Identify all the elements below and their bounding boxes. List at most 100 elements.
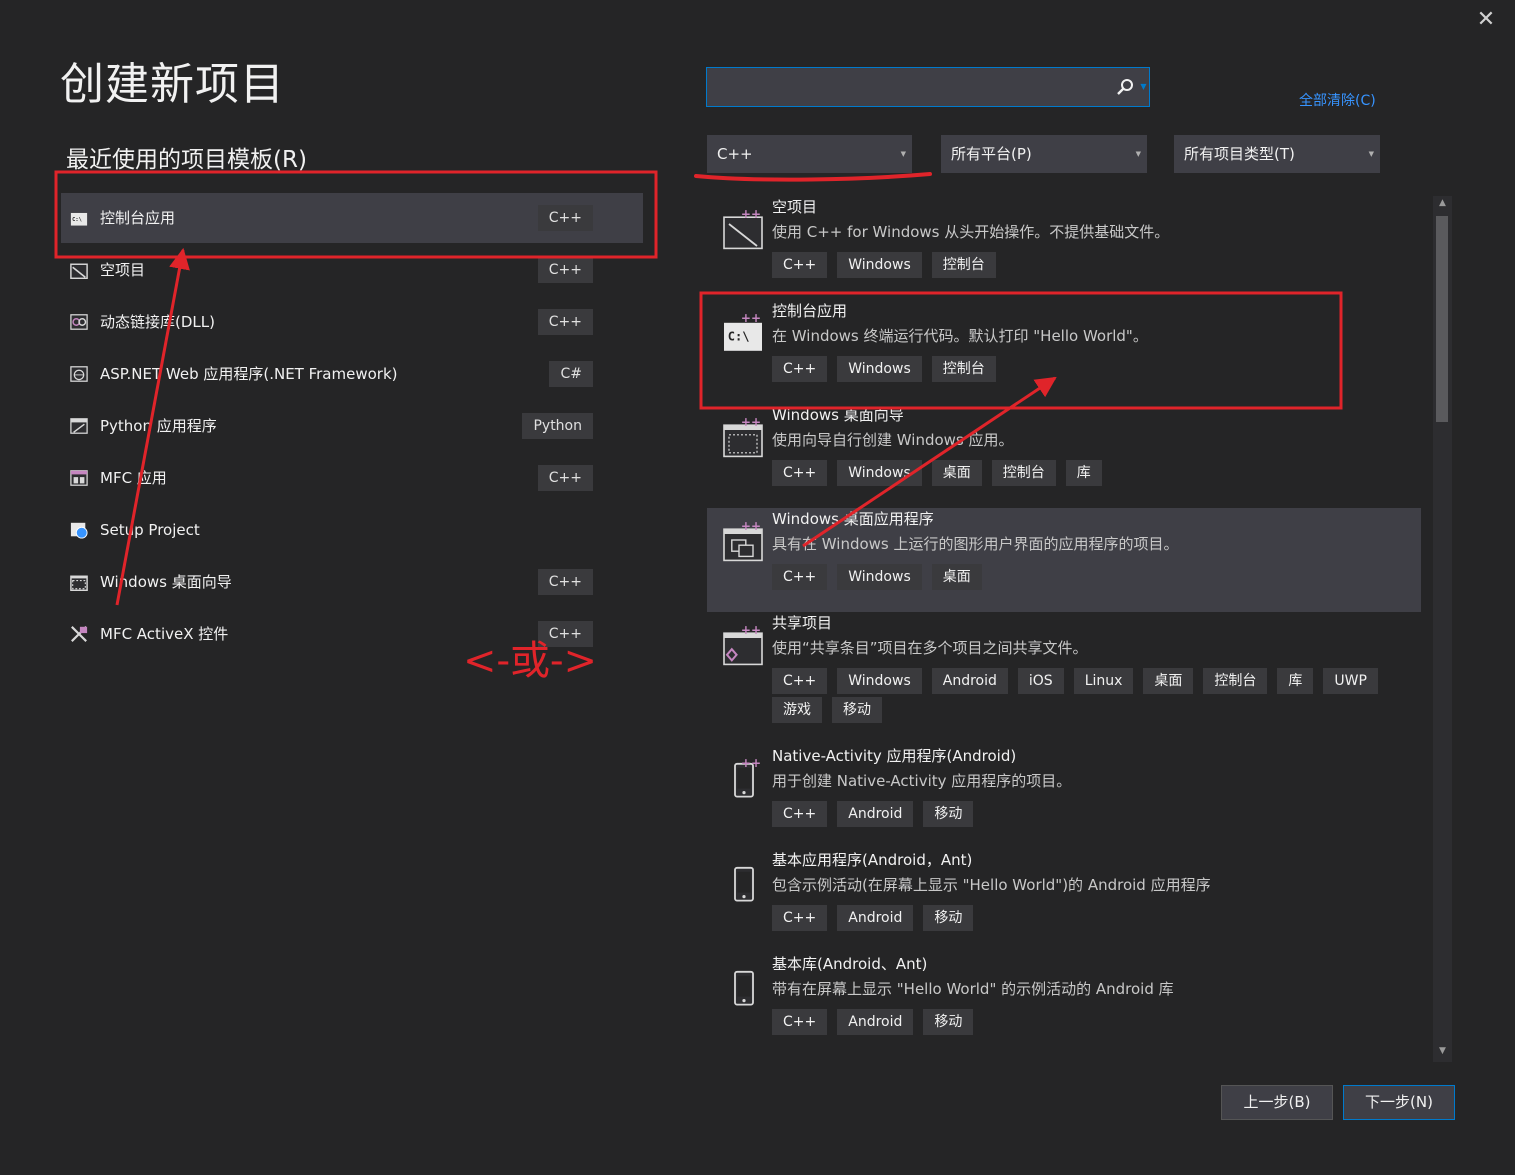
empty-project-icon: ++ [723, 210, 763, 250]
desktop-app-icon: ++ [723, 522, 763, 562]
recent-template-row[interactable]: Windows 桌面向导 C++ [61, 557, 643, 607]
template-item[interactable]: ++ 共享项目 使用“共享条目”项目在多个项目之间共享文件。 C++ Windows An… [707, 612, 1421, 745]
template-name: 空项目 [772, 198, 818, 216]
template-item[interactable]: 基本库(Android、Ant) 带有在屏幕上显示 "Hello World" 的… [707, 953, 1421, 1057]
template-description: 使用“共享条目”项目在多个项目之间共享文件。 [772, 639, 1088, 657]
empty-project-icon [70, 263, 88, 279]
recent-template-name: Windows 桌面向导 [100, 573, 232, 591]
recent-template-row[interactable]: MFC 应用 C++ [61, 453, 643, 503]
svg-text:++: ++ [741, 759, 761, 770]
clear-all-link[interactable]: 全部清除(C) [1299, 90, 1376, 110]
template-tag: 控制台 [1203, 668, 1268, 694]
language-badge: Python [522, 413, 593, 439]
project-type-filter[interactable]: 所有项目类型(T) ▼ [1174, 135, 1380, 173]
close-icon[interactable]: ✕ [1474, 8, 1498, 32]
next-button[interactable]: 下一步(N) [1343, 1085, 1455, 1120]
recent-template-row[interactable]: ASP.NET Web 应用程序(.NET Framework) C# [61, 349, 643, 399]
template-description: 使用 C++ for Windows 从头开始操作。不提供基础文件。 [772, 223, 1170, 241]
template-tag: C++ [772, 801, 828, 827]
recent-template-name: MFC 应用 [100, 469, 167, 487]
project-type-filter-value: 所有项目类型(T) [1184, 145, 1295, 163]
template-item[interactable]: C:\ ++ 控制台应用在 Windows 终端运行代码。默认打印 "Hello W… [707, 300, 1421, 404]
template-tag: Windows [837, 252, 922, 278]
recent-template-row[interactable]: 动态链接库(DLL) C++ [61, 297, 643, 347]
desktop-wizard-icon [70, 575, 88, 591]
scroll-up-icon[interactable]: ▲ [1433, 198, 1452, 208]
template-tags: C++ Android 移动 [772, 905, 1402, 931]
template-tag: Android [837, 1009, 914, 1035]
scrollbar-thumb[interactable] [1436, 216, 1448, 422]
python-app-icon [70, 418, 88, 434]
template-tag: UWP [1323, 668, 1378, 694]
svg-text:++: ++ [741, 522, 761, 533]
recent-template-name: Setup Project [100, 521, 200, 539]
template-tag: Windows [837, 356, 922, 382]
svg-text:++: ++ [741, 626, 761, 637]
search-input[interactable] [706, 67, 1150, 107]
template-tag: C++ [772, 1009, 828, 1035]
search-history-dropdown-icon[interactable]: ▼ [1137, 68, 1150, 106]
language-filter[interactable]: C++ ▼ [707, 135, 912, 173]
svg-text:++: ++ [741, 314, 761, 325]
template-item[interactable]: ++ Windows 桌面向导 使用向导自行创建 Windows 应用。 C++ Win… [707, 404, 1421, 508]
template-tag: Windows [837, 668, 922, 694]
recent-template-name: ASP.NET Web 应用程序(.NET Framework) [100, 365, 398, 383]
recent-template-row[interactable]: 空项目 C++ [61, 245, 643, 295]
template-tag: Android [931, 668, 1008, 694]
activex-icon [71, 626, 88, 642]
template-item[interactable]: ++ 空项目使用 C++ for Windows 从头开始操作。不提供基础文件。 C… [707, 196, 1421, 300]
template-tag: 移动 [832, 697, 882, 723]
template-tag: 库 [1065, 460, 1102, 486]
template-tag: C++ [772, 356, 828, 382]
template-tag: C++ [772, 564, 828, 590]
template-item[interactable]: 基本应用程序(Android，Ant) 包含示例活动(在屏幕上显示 "Hello … [707, 849, 1421, 953]
template-tags: C++ Windows Android iOS Linux 桌面 控制台库 UWP 游戏 移动 [772, 668, 1402, 723]
template-tag: 移动 [923, 1009, 974, 1035]
recent-template-row[interactable]: Setup Project [61, 505, 643, 555]
template-tags: C++ Android 移动 [772, 1009, 1402, 1035]
back-button[interactable]: 上一步(B) [1221, 1085, 1333, 1120]
scroll-down-icon[interactable]: ▼ [1433, 1046, 1452, 1056]
platform-filter-value: 所有平台(P) [951, 145, 1032, 163]
template-tags: C++ Windows 控制台 [772, 356, 1402, 382]
recent-template-name: MFC ActiveX 控件 [100, 625, 229, 643]
template-tag: C++ [772, 460, 828, 486]
template-tag: C++ [772, 252, 828, 278]
template-tag: C++ [772, 905, 828, 931]
template-name: 共享项目 [772, 614, 833, 632]
chevron-down-icon: ▼ [1135, 150, 1141, 158]
platform-filter[interactable]: 所有平台(P) ▼ [941, 135, 1147, 173]
template-tags: C++ Windows 控制台 [772, 252, 1402, 278]
language-badge: C++ [537, 569, 593, 595]
console-app-icon: C:\ ++ [724, 314, 762, 351]
template-name: 基本库(Android、Ant) [772, 955, 928, 973]
recent-template-name: 控制台应用 [100, 209, 176, 227]
template-item[interactable]: ++ Windows 桌面应用程序 具有在 Windows 上运行的图形用户界面的应… [707, 508, 1421, 612]
template-item[interactable]: ++ Native-Activity 应用程序(Android) 用于创建 Nati… [707, 745, 1421, 849]
template-tag: 桌面 [931, 460, 982, 486]
template-tag: 桌面 [1143, 668, 1194, 694]
recent-template-row[interactable]: Python 应用程序 Python [61, 401, 643, 451]
template-name: Windows 桌面应用程序 [772, 510, 934, 528]
page-title: 创建新项目 [60, 59, 285, 110]
search-icon[interactable] [1116, 78, 1134, 96]
template-tag: Linux [1073, 668, 1134, 694]
template-tag: 移动 [923, 801, 974, 827]
console-app-icon: C:\ [70, 212, 88, 226]
template-tag: 游戏 [772, 697, 822, 723]
template-tag: Windows [837, 564, 922, 590]
svg-text:C:\: C:\ [72, 217, 82, 223]
recent-template-row[interactable]: C:\ 控制台应用 C++ [61, 193, 643, 243]
android-app-icon [734, 866, 754, 902]
template-name: Native-Activity 应用程序(Android) [772, 747, 1017, 765]
shared-project-icon: ++ [723, 626, 763, 666]
setup-project-icon [70, 522, 88, 539]
language-badge: C++ [537, 205, 593, 231]
template-name: 基本应用程序(Android，Ant) [772, 851, 973, 869]
svg-text:++: ++ [741, 210, 761, 221]
template-tag: 控制台 [991, 460, 1056, 486]
language-filter-value: C++ [717, 145, 753, 163]
template-tag: 桌面 [931, 564, 982, 590]
svg-text:C:\: C:\ [728, 329, 750, 343]
template-name: Windows 桌面向导 [772, 406, 904, 424]
